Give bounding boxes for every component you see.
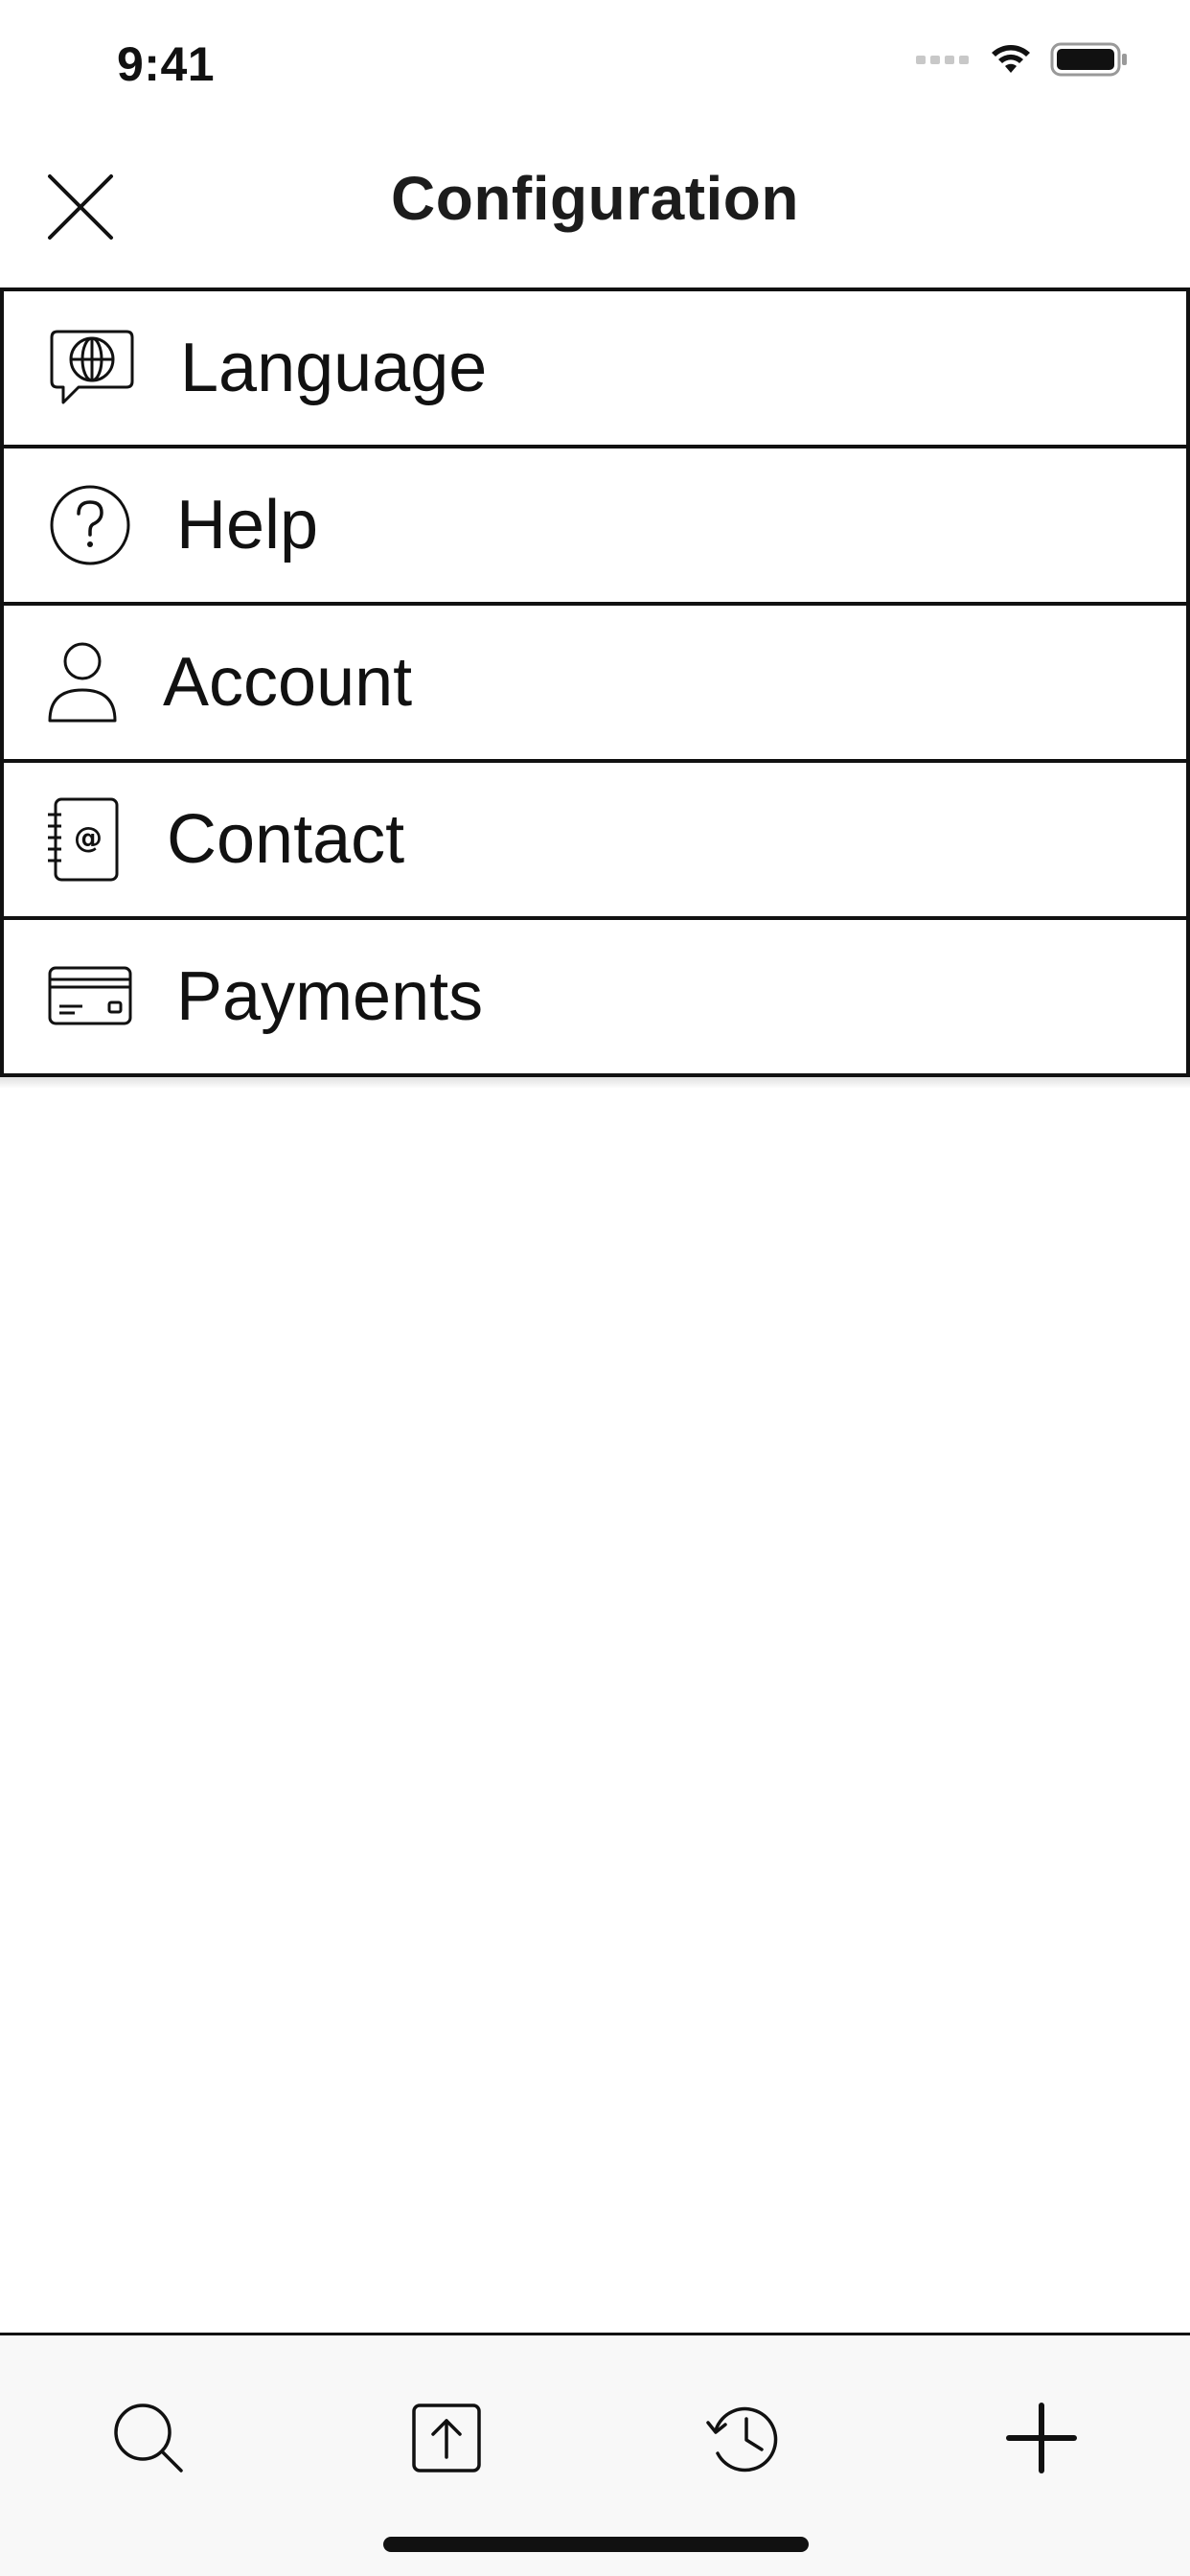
language-chat-globe-icon (46, 322, 138, 414)
menu-item-contact[interactable]: @ Contact (0, 759, 1190, 920)
address-book-icon: @ (46, 794, 138, 886)
signal-dots-icon (916, 53, 972, 71)
add-icon (1005, 2402, 1078, 2479)
battery-icon (1050, 40, 1129, 83)
menu-shadow (0, 1077, 1190, 1089)
tab-search[interactable] (96, 2387, 201, 2493)
status-icons (916, 42, 1129, 80)
history-icon (704, 2398, 785, 2483)
help-question-icon (46, 479, 138, 571)
menu-item-account[interactable]: Account (0, 602, 1190, 763)
settings-menu: Language Help Account @ Contact Payments (0, 288, 1190, 1089)
svg-text:@: @ (74, 821, 103, 855)
menu-item-label: Payments (176, 958, 484, 1035)
page-title: Configuration (391, 164, 799, 233)
status-time: 9:41 (117, 37, 216, 91)
tab-history[interactable] (692, 2387, 797, 2493)
menu-item-label: Language (180, 330, 488, 406)
wifi-icon (989, 43, 1033, 80)
menu-item-label: Account (163, 644, 413, 721)
tab-upload[interactable] (394, 2387, 499, 2493)
menu-item-label: Help (176, 487, 319, 564)
search-icon (110, 2400, 187, 2481)
credit-card-icon (46, 951, 138, 1043)
menu-item-help[interactable]: Help (0, 445, 1190, 606)
menu-item-label: Contact (167, 801, 405, 878)
header: Configuration (0, 126, 1190, 288)
menu-item-language[interactable]: Language (0, 288, 1190, 448)
close-icon (42, 174, 119, 249)
upload-icon (410, 2402, 483, 2479)
menu-item-payments[interactable]: Payments (0, 916, 1190, 1077)
status-bar: 9:41 (0, 0, 1190, 126)
user-icon (46, 636, 138, 728)
home-indicator (383, 2537, 809, 2552)
tab-add[interactable] (989, 2387, 1094, 2493)
